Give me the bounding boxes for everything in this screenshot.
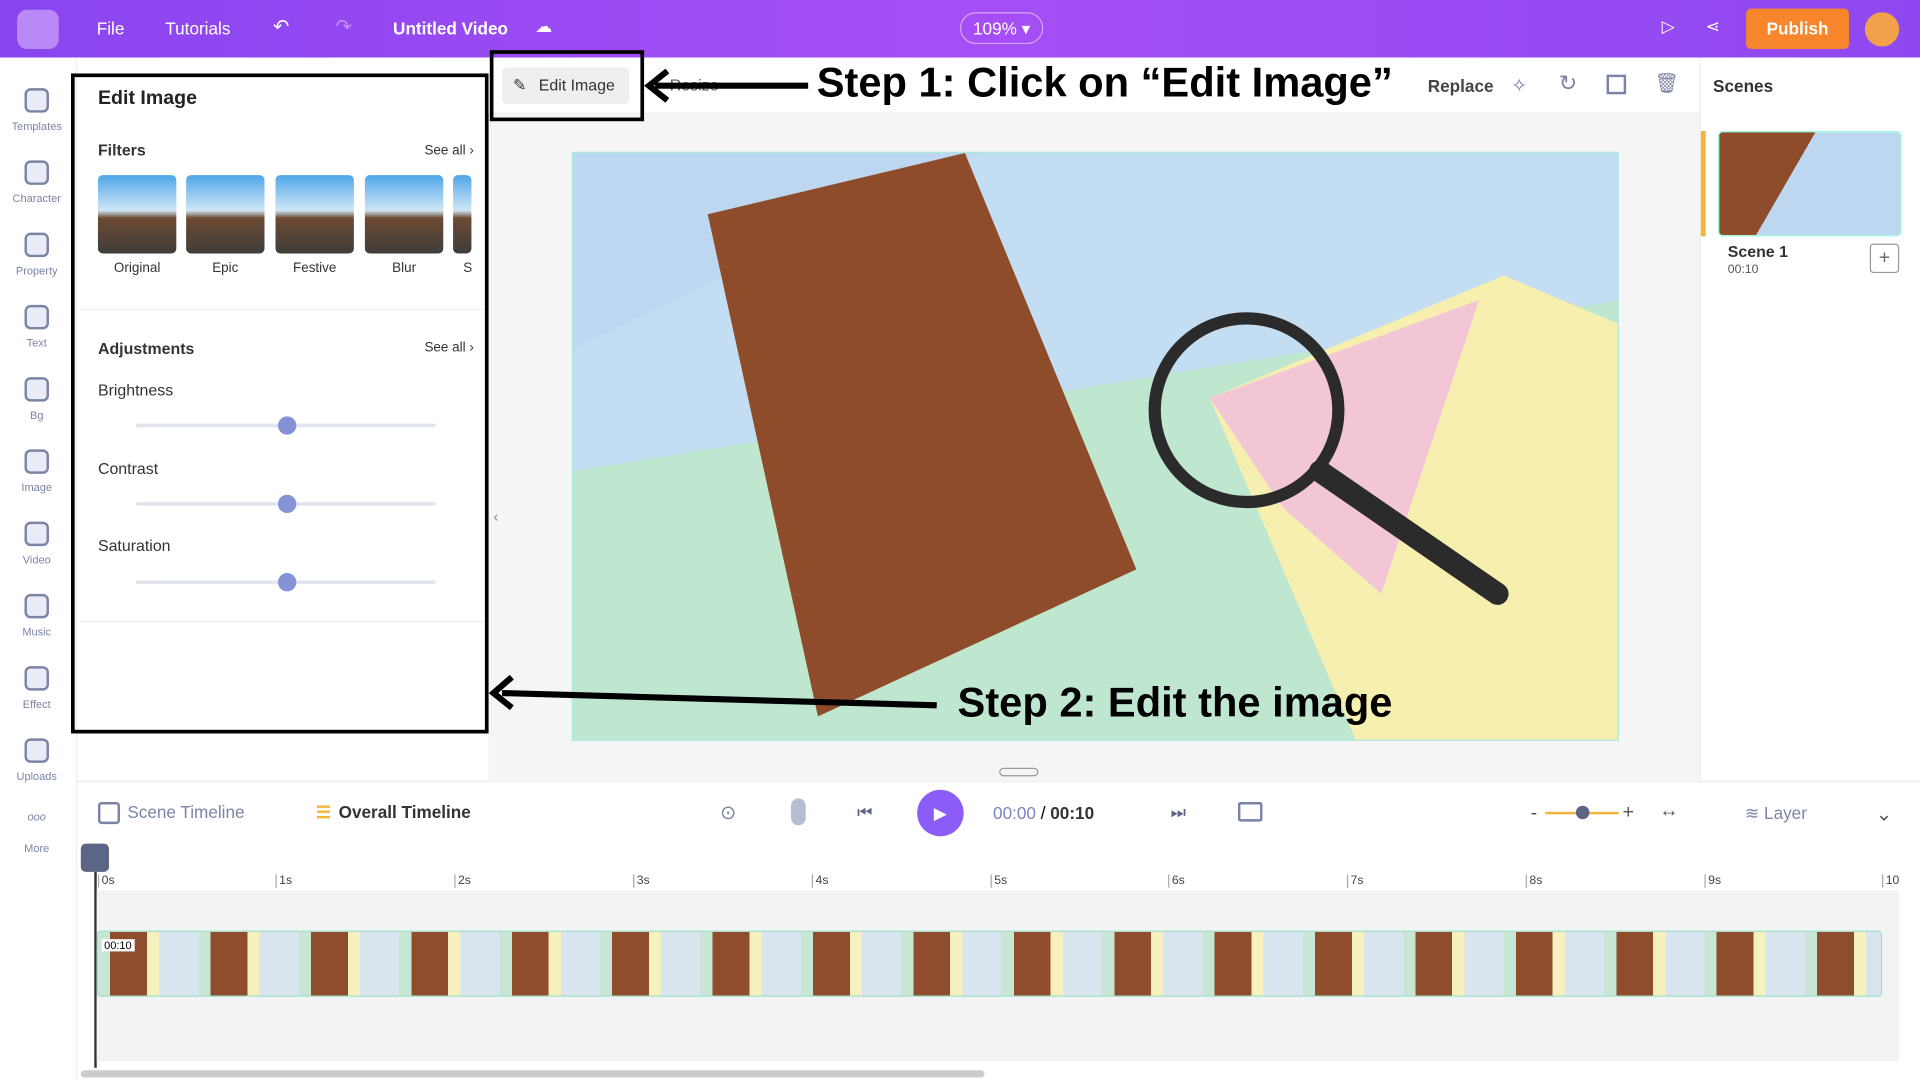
tick-label: 3s [633,874,650,888]
tab-overall-timeline[interactable]: ☰ Overall Timeline [316,802,471,823]
tick-label: 9s [1704,874,1721,888]
tick-label: 0s [97,874,115,888]
time-display: 00:00 / 00:10 [993,803,1094,823]
tick-label: 4s [811,874,828,888]
scene-clip[interactable]: 00:10 [96,930,1883,997]
step1-callout: Step 1: Click on “Edit Image” [816,60,1393,107]
screen-record-icon[interactable]: ⊙ [720,801,736,825]
microphone-icon[interactable] [791,798,806,826]
playhead-handle[interactable] [80,843,109,872]
tick-label: 8s [1525,874,1542,888]
tick-label: 2s [454,874,471,888]
slider-knob[interactable] [1575,805,1590,820]
layer-icon: ≋ [1744,803,1765,823]
tab-label: Overall Timeline [338,802,471,822]
tick-label: 7s [1346,874,1364,888]
skip-back-icon[interactable]: ⏮ [857,802,872,823]
total-time: 00:10 [1050,803,1095,823]
subtitle-icon[interactable] [1237,802,1263,822]
layer-button[interactable]: ≋ Layer [1745,803,1807,824]
step2-callout: Step 2: Edit the image [957,679,1393,727]
tab-scene-timeline[interactable]: Scene Timeline [97,802,245,825]
tick-label: 6s [1168,874,1185,888]
zoom-out-icon[interactable]: - [1531,803,1538,825]
overall-timeline-icon: ☰ [315,802,332,822]
fit-icon[interactable]: ↔ [1659,801,1679,823]
tab-label: Scene Timeline [127,802,245,822]
tick-label: 10 [1882,874,1899,888]
tick-label: 1s [275,874,292,888]
layer-label: Layer [1764,803,1807,823]
clip-duration: 00:10 [101,939,135,952]
current-time: 00:00 [993,803,1036,823]
chevron-down-icon[interactable]: ⌄ [1876,802,1892,826]
horizontal-scrollbar[interactable] [80,1070,985,1078]
play-button[interactable]: ▶ [917,789,964,837]
timeline-zoom-slider[interactable] [1545,805,1619,820]
time-separator: / [1035,803,1051,823]
scene-timeline-icon [97,802,121,825]
tick-label: 5s [990,874,1007,888]
zoom-in-icon[interactable]: + [1622,802,1633,824]
skip-forward-icon[interactable]: ⏭ [1171,802,1186,823]
